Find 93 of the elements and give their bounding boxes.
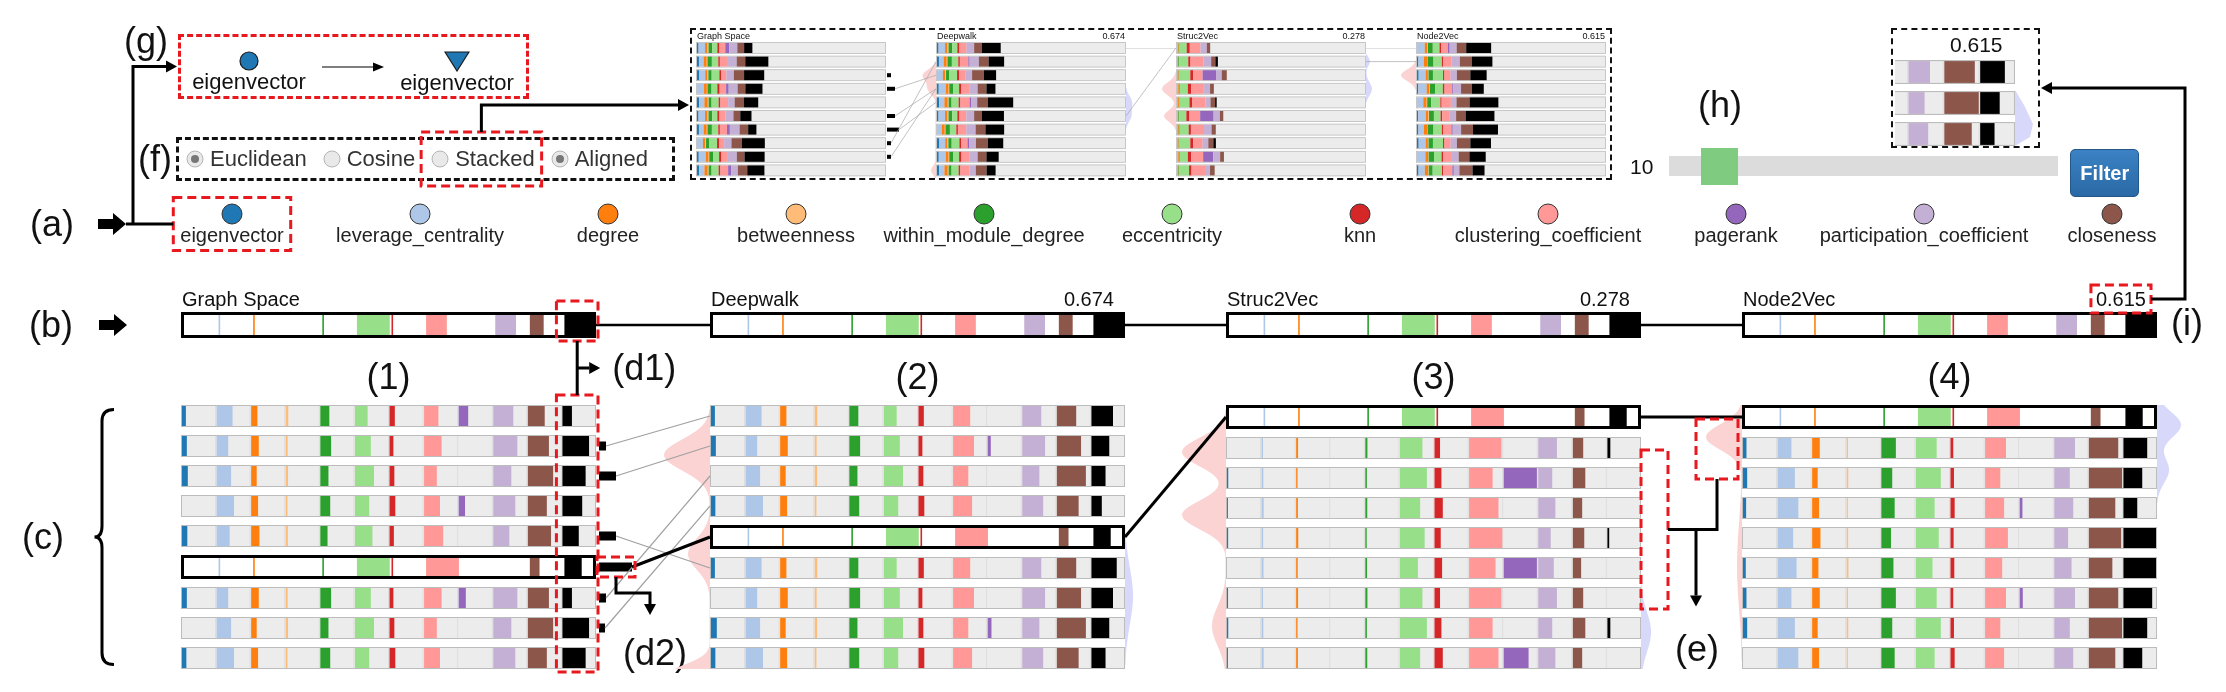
callout-label: (a) <box>30 204 74 244</box>
callout-label: (c) <box>22 517 64 557</box>
score-label: 0.278 <box>1579 288 1630 310</box>
feature-bar-drawing[interactable] <box>1742 527 2157 549</box>
panel-title: Deepwalk <box>711 288 799 310</box>
feature-bar-drawing[interactable] <box>710 465 1125 487</box>
score-mark <box>599 562 632 572</box>
feature-bar-drawing[interactable] <box>710 647 1125 669</box>
feature-bar-drawing[interactable] <box>710 405 1125 427</box>
mini-links-drawing <box>1366 48 1416 102</box>
panel-title: Deepwalk <box>937 31 977 42</box>
slider-label: 10 <box>1630 154 1654 180</box>
panel-title: Graph Space <box>697 31 751 42</box>
brace-icon <box>93 408 115 666</box>
legend-label: closeness <box>2067 224 2157 246</box>
score-mark <box>599 593 606 603</box>
circle-marker-icon <box>239 51 259 71</box>
legend-label: betweenness <box>737 224 855 246</box>
callout-label: (f) <box>137 139 173 179</box>
callout-label: (3) <box>1411 356 1456 397</box>
legend-label: eigenvector <box>180 224 284 246</box>
panel-title: Node2Vec <box>1743 288 1836 310</box>
legend-label: pagerank <box>1694 224 1778 246</box>
panel-title: Graph Space <box>182 288 300 310</box>
callout-label: (e) <box>1675 628 1719 669</box>
legend-label: knn <box>1343 224 1377 246</box>
glyph-label: eigenvector <box>192 71 306 93</box>
callout-label: (b) <box>29 305 73 345</box>
feature-bar-drawing[interactable] <box>1742 557 2157 579</box>
callout-label: (g) <box>124 21 169 61</box>
panel-title: Node2Vec <box>1417 31 1459 42</box>
callout-label: (d1) <box>612 348 677 388</box>
feature-bar-drawing[interactable] <box>181 495 596 517</box>
feature-bar-drawing[interactable] <box>710 525 1125 549</box>
feature-bar-drawing[interactable] <box>1742 647 2157 669</box>
feature-bar-drawing[interactable] <box>181 465 596 487</box>
density-curve <box>2015 90 2033 146</box>
slider-thumb[interactable] <box>1701 148 1739 185</box>
feature-bar-drawing[interactable] <box>181 525 596 547</box>
feature-bar-drawing[interactable] <box>710 617 1125 639</box>
callout-label: (h) <box>1698 85 1742 125</box>
score-mark <box>599 531 616 541</box>
callout-label: (4) <box>1927 356 1972 397</box>
feature-bar-drawing[interactable] <box>1742 437 2157 459</box>
arrow-icon <box>322 61 384 73</box>
callout-label: (1) <box>366 356 411 397</box>
highlight-box <box>1694 417 1740 481</box>
score-label: 0.615 <box>1949 32 2004 58</box>
legend-label: clustering_coefficient <box>1454 224 1642 246</box>
callout-label: (i) <box>2171 303 2203 343</box>
feature-bar-drawing[interactable] <box>1742 467 2157 489</box>
panel-title: Struc2Vec <box>1227 288 1319 310</box>
feature-bar-drawing[interactable] <box>181 435 596 457</box>
radio-option[interactable]: Euclidean <box>186 147 307 171</box>
feature-bar-drawing[interactable] <box>710 435 1125 457</box>
score-label: 0.278 <box>1342 31 1365 42</box>
triangle-marker-icon <box>444 50 470 72</box>
feature-bar-drawing[interactable] <box>1226 405 1641 429</box>
radio-option[interactable]: Cosine <box>322 147 416 171</box>
leader-arrow <box>614 577 656 615</box>
radio-option[interactable]: Stacked <box>431 147 535 171</box>
leader-arrow <box>575 339 601 397</box>
legend-label: degree <box>576 224 640 246</box>
legend-label: leverage_centrality <box>336 224 504 246</box>
highlight-box <box>554 299 600 343</box>
feature-bar-drawing[interactable] <box>1742 497 2157 519</box>
feature-bar-drawing[interactable] <box>710 587 1125 609</box>
feature-bar-drawing[interactable] <box>1742 587 2157 609</box>
block-arrow-icon <box>98 213 126 235</box>
feature-bar-drawing[interactable] <box>710 495 1125 517</box>
score-label: 0.674 <box>1102 31 1125 42</box>
feature-bar-drawing[interactable] <box>1742 617 2157 639</box>
score-mark <box>599 623 605 633</box>
score-mark <box>599 471 616 481</box>
block-arrow-icon <box>99 314 127 336</box>
score-mark <box>599 441 606 451</box>
radio-option[interactable]: Aligned <box>550 147 648 171</box>
glyph-label: eigenvector <box>400 71 514 94</box>
callout-label: (2) <box>895 356 940 397</box>
feature-bar-drawing[interactable] <box>181 617 596 639</box>
feature-bar-drawing[interactable] <box>710 557 1125 579</box>
feature-bar-drawing[interactable] <box>181 647 596 669</box>
score-label: 0.615 <box>1582 31 1605 42</box>
feature-bar-drawing[interactable] <box>181 555 596 579</box>
callout-label: (d2) <box>623 633 688 673</box>
score-label: 0.615 <box>2095 288 2146 310</box>
feature-bar-drawing[interactable] <box>1742 405 2157 429</box>
legend-label: participation_coefficient <box>1819 224 2029 246</box>
legend-label: within_module_degree <box>883 224 1085 246</box>
score-label: 0.674 <box>1063 288 1114 310</box>
panel-title: Struc2Vec <box>1177 31 1219 42</box>
legend-label: eccentricity <box>1122 224 1222 246</box>
filter-button[interactable]: Filter <box>2070 149 2140 197</box>
